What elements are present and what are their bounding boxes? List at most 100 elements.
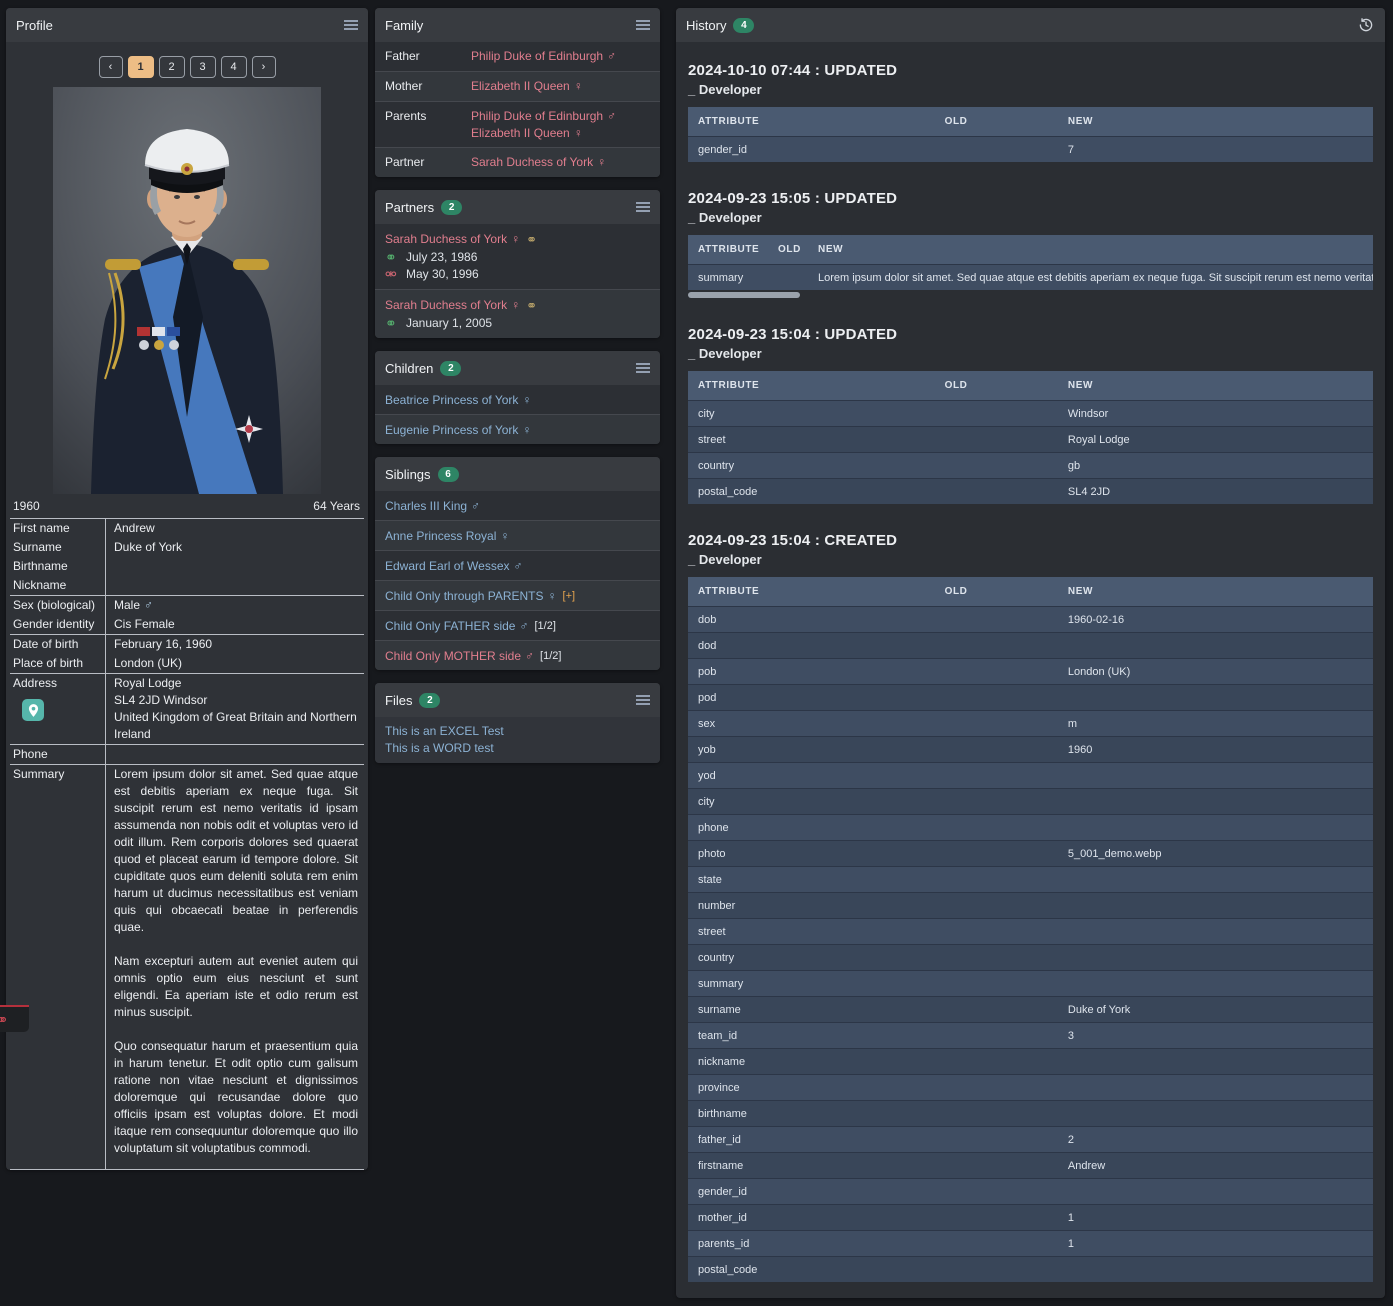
- address-label: Address: [13, 675, 101, 692]
- row-attribute: postal_code: [688, 1264, 935, 1276]
- next-page-button[interactable]: ›: [252, 56, 276, 78]
- row-attribute: number: [688, 900, 935, 912]
- history-refresh-icon[interactable]: [1357, 16, 1375, 34]
- row-attribute: street: [688, 434, 935, 446]
- row-new-value: 1: [1058, 1238, 1373, 1250]
- column-header-attribute: ATTRIBUTE: [688, 116, 935, 127]
- row-attribute: city: [688, 408, 935, 420]
- field-label: Date of birth: [10, 635, 106, 654]
- history-row: street Royal Lodge: [688, 426, 1373, 452]
- row-attribute: summary: [688, 978, 935, 990]
- file-link[interactable]: This is an EXCEL Test: [385, 724, 504, 738]
- gender-icon: ♂: [607, 48, 616, 64]
- person-link[interactable]: Edward Earl of Wessex ♂: [385, 558, 523, 574]
- field-row: Address Royal Lodge SL4 2JD Windsor Unit…: [10, 674, 364, 744]
- person-link[interactable]: Sarah Duchess of York ♀: [385, 231, 520, 247]
- field-label: Gender identity: [10, 615, 106, 634]
- person-link[interactable]: Child Only through PARENTS ♀: [385, 588, 557, 604]
- person-link[interactable]: Charles III King ♂: [385, 498, 480, 514]
- row-attribute: yob: [688, 744, 935, 756]
- field-value: [106, 557, 364, 576]
- field-row: Surname Duke of York: [10, 538, 364, 557]
- history-table-header: ATTRIBUTE OLD NEW: [688, 371, 1373, 400]
- children-title: Children: [385, 361, 433, 376]
- marriage-rings-icon: ⚭: [526, 299, 537, 312]
- child-row: Beatrice Princess of York ♀: [375, 385, 660, 414]
- field-value: February 16, 1960: [106, 635, 364, 654]
- page-button[interactable]: 2: [159, 56, 185, 78]
- edge-drawer-handle[interactable]: ⚭: [0, 1005, 29, 1032]
- person-link[interactable]: Philip Duke of Edinburgh ♂: [471, 48, 616, 64]
- person-link[interactable]: Philip Duke of Edinburgh ♂: [471, 108, 616, 124]
- person-link[interactable]: Child Only MOTHER side ♂: [385, 648, 534, 664]
- partners-menu-icon[interactable]: [636, 201, 650, 213]
- field-label: First name: [10, 519, 106, 538]
- row-new-value: m: [1058, 718, 1373, 730]
- row-new-value: 2: [1058, 1134, 1373, 1146]
- history-row: surname Duke of York: [688, 996, 1373, 1022]
- field-value: Cis Female: [106, 615, 364, 634]
- row-new-value: 7: [1058, 144, 1373, 156]
- person-link[interactable]: Beatrice Princess of York ♀: [385, 392, 531, 408]
- row-attribute: postal_code: [688, 486, 935, 498]
- person-name: Edward Earl of Wessex: [385, 558, 510, 574]
- profile-photo[interactable]: [53, 87, 321, 494]
- field-label: Sex (biological): [10, 596, 106, 615]
- horizontal-scrollbar[interactable]: [688, 292, 800, 298]
- map-pin-button[interactable]: [22, 699, 44, 721]
- siblings-list: Charles III King ♂ Anne Princess Royal ♀…: [375, 491, 660, 670]
- field-label: Surname: [10, 538, 106, 557]
- row-attribute: phone: [688, 822, 935, 834]
- summary-value: Lorem ipsum dolor sit amet. Sed quae atq…: [106, 765, 364, 1169]
- history-row: team_id 3: [688, 1022, 1373, 1048]
- family-title: Family: [385, 18, 423, 33]
- person-link[interactable]: Sarah Duchess of York ♀: [385, 297, 520, 313]
- field-row: Gender identity Cis Female: [10, 615, 364, 634]
- person-link[interactable]: Elizabeth II Queen ♀: [471, 78, 583, 94]
- person-link[interactable]: Elizabeth II Queen ♀: [471, 125, 616, 141]
- history-table: ATTRIBUTE OLD NEW gender_id 7: [688, 107, 1373, 162]
- partnership-event: ⚭ July 23, 1986: [385, 250, 650, 264]
- row-new-value: Windsor: [1058, 408, 1373, 420]
- files-menu-icon[interactable]: [636, 694, 650, 706]
- person-link[interactable]: Eugenie Princess of York ♀: [385, 422, 531, 438]
- family-menu-icon[interactable]: [636, 19, 650, 31]
- page-button[interactable]: 3: [190, 56, 216, 78]
- page-button[interactable]: 1: [128, 56, 154, 78]
- children-menu-icon[interactable]: [636, 362, 650, 374]
- history-row: postal_code SL4 2JD: [688, 478, 1373, 504]
- files-card: Files 2 This is an EXCEL Test This is a …: [375, 683, 660, 763]
- history-row: pob London (UK): [688, 658, 1373, 684]
- column-header-new: NEW: [1058, 116, 1373, 127]
- gender-icon: ♂: [519, 618, 528, 634]
- history-table: ATTRIBUTE OLD NEW dob 1960-02-16 dod: [688, 577, 1373, 1282]
- partners-count-badge: 2: [441, 200, 462, 215]
- page-button[interactable]: 4: [221, 56, 247, 78]
- person-link[interactable]: Anne Princess Royal ♀: [385, 528, 509, 544]
- gender-icon: ♂: [471, 498, 480, 514]
- history-row: mother_id 1: [688, 1204, 1373, 1230]
- files-card-header: Files 2: [375, 683, 660, 717]
- prev-page-button[interactable]: ‹: [99, 56, 123, 78]
- row-attribute: gender_id: [688, 1186, 935, 1198]
- row-attribute: country: [688, 460, 935, 472]
- sibling-flag: [1/2]: [534, 620, 555, 632]
- family-card-header: Family: [375, 8, 660, 42]
- event-rings-icon: ⚭: [385, 316, 402, 330]
- profile-menu-icon[interactable]: [344, 19, 358, 31]
- row-attribute: dob: [688, 614, 935, 626]
- gender-icon: ♀: [597, 154, 606, 170]
- child-row: Eugenie Princess of York ♀: [375, 414, 660, 444]
- address-fields-group: Address Royal Lodge SL4 2JD Windsor Unit…: [10, 673, 364, 744]
- marriage-rings-icon: ⚭: [526, 233, 537, 246]
- file-link[interactable]: This is a WORD test: [385, 741, 494, 755]
- person-name: Child Only through PARENTS: [385, 588, 544, 604]
- column-header-attribute: ATTRIBUTE: [688, 244, 768, 255]
- gender-icon: ♀: [500, 528, 509, 544]
- person-link[interactable]: Sarah Duchess of York ♀: [471, 154, 606, 170]
- history-row: dod: [688, 632, 1373, 658]
- person-link[interactable]: Child Only FATHER side ♂: [385, 618, 528, 634]
- row-attribute: birthname: [688, 1108, 935, 1120]
- column-header-attribute: ATTRIBUTE: [688, 586, 935, 597]
- row-attribute: country: [688, 952, 935, 964]
